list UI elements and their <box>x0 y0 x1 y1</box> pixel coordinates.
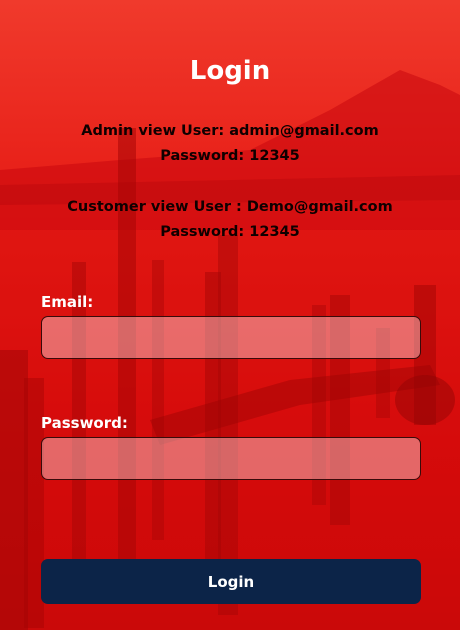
login-button[interactable]: Login <box>41 559 421 604</box>
page-title: Login <box>189 56 271 86</box>
email-label: Email: <box>41 293 94 311</box>
email-field[interactable] <box>41 316 421 359</box>
admin-password-text: Password: 12345 <box>160 148 300 164</box>
customer-user-text: Customer view User : Demo@gmail.com <box>67 199 393 215</box>
customer-password-text: Password: 12345 <box>160 224 300 240</box>
admin-credentials: Admin view User: admin@gmail.com Passwor… <box>0 119 460 169</box>
password-label: Password: <box>41 414 128 432</box>
admin-user-text: Admin view User: admin@gmail.com <box>81 123 379 139</box>
password-field[interactable] <box>41 437 421 480</box>
login-page: Login Admin view User: admin@gmail.com P… <box>0 0 460 630</box>
customer-credentials: Customer view User : Demo@gmail.com Pass… <box>0 195 460 245</box>
